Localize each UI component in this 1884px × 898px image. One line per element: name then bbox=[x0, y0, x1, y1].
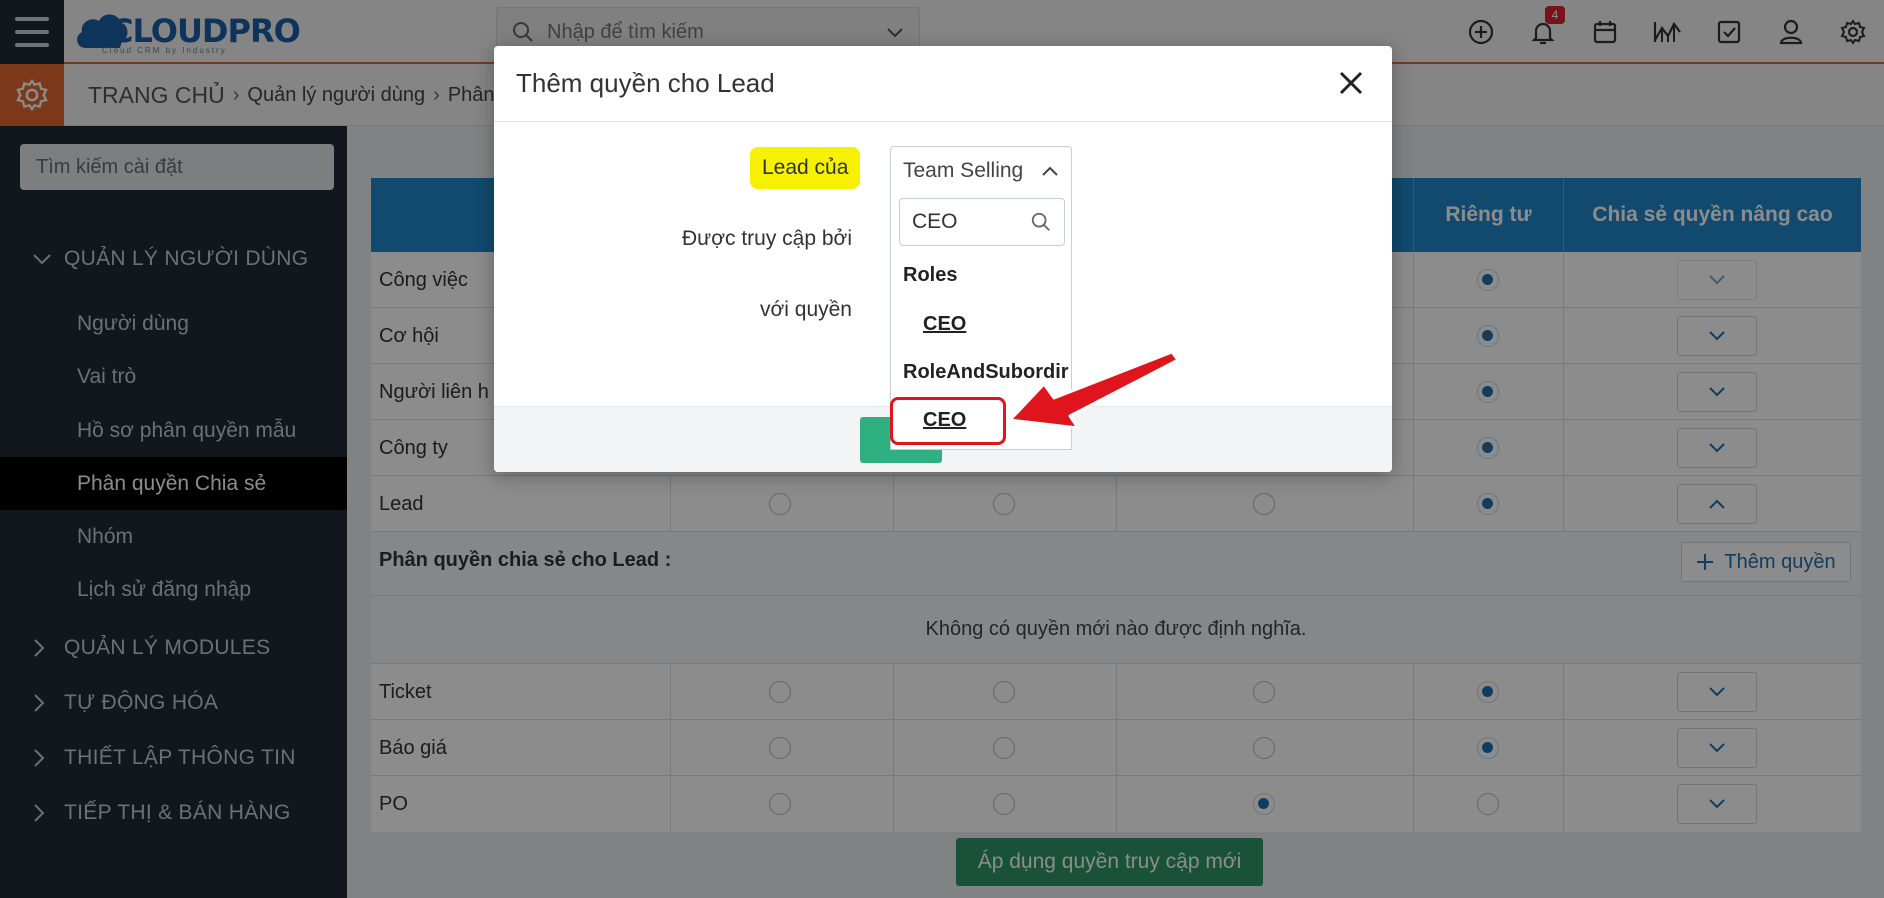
modal-title: Thêm quyền cho Lead bbox=[516, 68, 775, 98]
dropdown-search-input[interactable]: CEO bbox=[899, 198, 1065, 246]
search-icon bbox=[1031, 212, 1050, 231]
selected-value: Team Selling bbox=[903, 158, 1024, 182]
accessed-by-label: Được truy cập bởi bbox=[682, 227, 852, 250]
close-icon[interactable] bbox=[1336, 68, 1366, 98]
dropdown-group-roles: Roles bbox=[903, 264, 958, 286]
lead-of-select[interactable]: Team Selling bbox=[890, 146, 1072, 194]
modal-header: Thêm quyền cho Lead bbox=[494, 46, 1392, 122]
chevron-up-icon bbox=[1042, 166, 1058, 176]
dropdown-search-value: CEO bbox=[912, 210, 958, 233]
red-arrow-icon bbox=[1008, 350, 1180, 430]
dropdown-option-roles-ceo[interactable]: CEO bbox=[923, 313, 966, 336]
with-permission-label: với quyền bbox=[760, 298, 852, 321]
highlight-box bbox=[890, 397, 1006, 445]
lead-of-label: Lead của bbox=[750, 147, 861, 189]
